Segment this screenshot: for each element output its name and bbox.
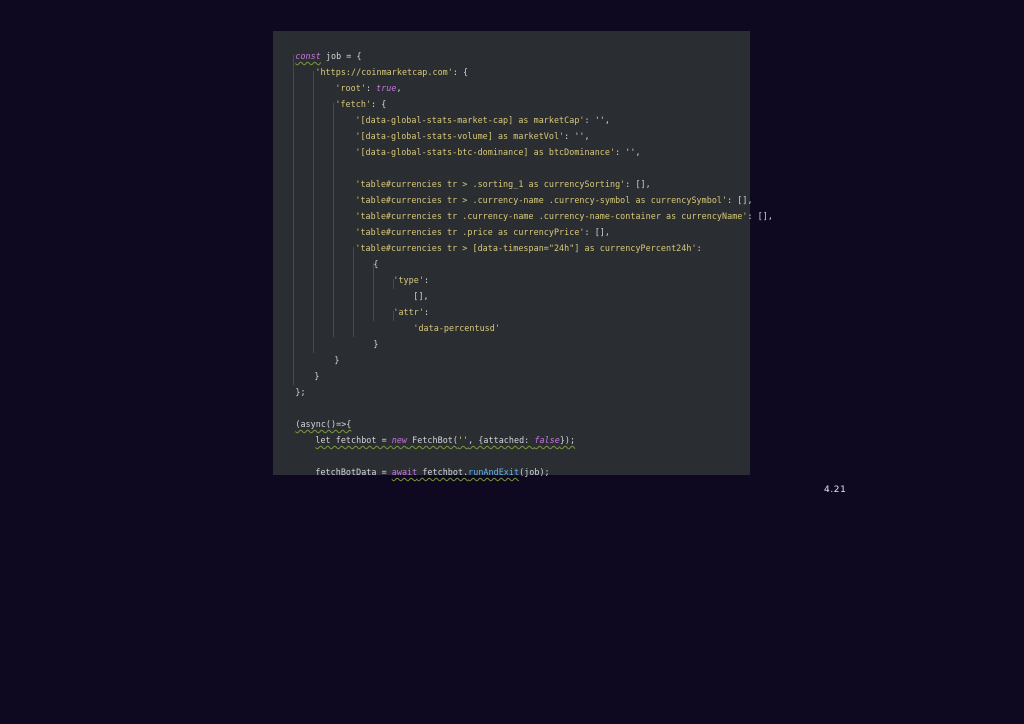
code-line-17: 'attr': [373,288,429,317]
code-line-9: 'table#currencies tr > .sorting_1 as cur… [335,160,651,189]
code-text: : [], [747,211,773,221]
code-line-25: let fetchbot = new FetchBot('', {attache… [295,416,575,445]
code-line-21: } [294,352,319,381]
code-line-16: [], [393,272,429,301]
code-line-20: } [314,336,339,365]
keyword-await: await [391,467,418,477]
indent-guide [293,55,294,385]
code-text: FetchBot( [407,435,458,445]
slide-number: 4.21 [824,485,847,495]
code-text: fetchBotData = [315,467,392,477]
code-text: , [396,83,402,93]
code-line-15: 'type': [373,256,429,285]
function-runandexit: runAndExit [468,467,520,477]
code-text: }); [559,435,576,445]
indent-guide [333,103,334,337]
code-line-12: 'table#currencies tr .price as currencyP… [335,208,610,237]
code-line-1: const job = { [275,32,362,61]
code-text: }; [295,387,306,397]
code-line-2: 'https://coinmarketcap.com': { [295,48,468,77]
string-data-percentusd: 'data-percentusd' [413,323,500,333]
code-text: (job); [519,467,550,477]
code-line-14: { [353,240,378,269]
code-text: } [314,371,320,381]
boolean-false: false [534,435,560,445]
code-editor-panel: const job = { 'https://coinmarketcap.com… [273,31,773,477]
code-line-4: 'fetch': { [315,80,386,109]
code-text: fetchbot. [417,467,469,477]
code-line-22: }; [275,368,306,397]
code-line-19: } [353,320,378,349]
string-selector: 'table#currencies tr > [data-timespan="2… [355,243,697,253]
code-text: , {attached: [468,435,535,445]
indent-guide [313,71,314,353]
code-text: } [334,355,340,365]
code-text: : '', [615,147,641,157]
code-line-5: '[data-global-stats-market-cap] as marke… [335,96,610,125]
code-line-11: 'table#currencies tr .currency-name .cur… [335,192,773,221]
code-line-13: 'table#currencies tr > [data-timespan="2… [335,224,702,253]
code-line-3: 'root': true, [315,64,402,93]
code-line-10: 'table#currencies tr > .currency-name .c… [335,176,753,205]
string-empty: '' [457,435,469,445]
string-selector: '[data-global-stats-btc-dominance] as bt… [355,147,616,157]
keyword-new: new [391,435,408,445]
code-line-27: fetchBotData = await fetchbot.runAndExit… [295,448,550,477]
code-line-18: 'data-percentusd' [393,304,500,333]
code-text: } [373,339,379,349]
code-text: : [696,243,702,253]
code-line-24: (async()=>{ [275,400,351,429]
code-text: let fetchbot = [315,435,392,445]
code-text: : { [452,67,469,77]
code-line-6: '[data-global-stats-volume] as marketVol… [335,112,590,141]
code-line-7: '[data-global-stats-btc-dominance] as bt… [335,128,641,157]
